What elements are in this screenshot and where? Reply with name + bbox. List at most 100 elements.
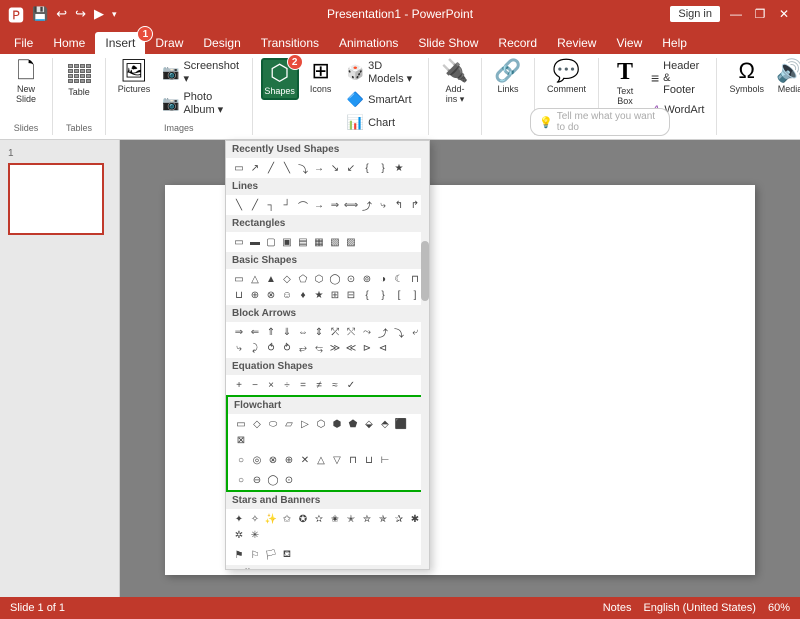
photo-album-icon: 📷 <box>162 95 179 112</box>
line-darrow[interactable]: ⟺ <box>344 198 358 212</box>
line-corner1[interactable]: ┐ <box>264 198 278 212</box>
rectangles-header: Rectangles <box>226 215 429 232</box>
banners-shapes: ⚑⚐ 🏳⛾ <box>226 545 429 565</box>
rect8[interactable]: ▨ <box>344 235 358 249</box>
shapes-scroll-thumb[interactable] <box>421 241 429 301</box>
ribbon-group-illustrations: ⬡ Shapes 2 ⊞ Icons 🎲 3D Models ▾ 🔷 Smart… <box>253 58 429 135</box>
tab-record[interactable]: Record <box>488 32 547 54</box>
media-button[interactable]: 🔊 Media <box>772 58 800 96</box>
rect3[interactable]: ▢ <box>264 235 278 249</box>
tab-slideshow[interactable]: Slide Show <box>408 32 488 54</box>
status-bar: Slide 1 of 1 Notes English (United State… <box>0 597 800 619</box>
shape-line2[interactable]: ╲ <box>280 161 294 175</box>
line-curve2[interactable]: ⤷ <box>376 198 390 212</box>
line-bend2[interactable]: ↱ <box>408 198 422 212</box>
title-bar-left: 🅿 💾 ↩ ↪ ▶ ▾ <box>8 2 119 26</box>
screenshot-icon: 📷 <box>162 64 179 81</box>
tab-view[interactable]: View <box>606 32 652 54</box>
addins-icon: 🔌 <box>441 60 468 82</box>
header-footer-button[interactable]: ≡ Header & Footer <box>647 58 708 98</box>
shape-rect[interactable]: ▭ <box>232 161 246 175</box>
table-button[interactable]: Table <box>61 58 97 99</box>
tab-insert[interactable]: Insert 1 <box>95 32 145 54</box>
recently-used-shapes: ▭ ↗ ╱ ╲ ⤵ → ↘ ↙ { } ★ <box>226 158 429 178</box>
basic-shapes: ▭△ ▲◇ ⬠⬡ ◯⊙ ⊚◑ ☾⊓ ⊔⊕ ⊗☺ ♦★ ⊞⊟ {} [] <box>226 269 429 305</box>
shape-arrow2[interactable]: → <box>312 161 326 175</box>
minimize-button[interactable]: — <box>728 6 744 22</box>
sign-in-button[interactable]: Sign in <box>670 6 720 22</box>
redo-quick-btn[interactable]: ↪ <box>73 6 88 22</box>
line-diag[interactable]: ╱ <box>248 198 262 212</box>
shape-arrow3[interactable]: ↘ <box>328 161 342 175</box>
present-quick-btn[interactable]: ▶ <box>92 6 106 22</box>
tab-transitions[interactable]: Transitions <box>251 32 329 54</box>
icons-label: Icons <box>310 84 332 94</box>
line-straight[interactable]: ╲ <box>232 198 246 212</box>
new-slide-button[interactable]: 🗋 NewSlide <box>8 58 44 106</box>
tab-review[interactable]: Review <box>547 32 606 54</box>
smartart-icon: 🔷 <box>347 91 364 108</box>
icons-button[interactable]: ⊞ Icons <box>303 58 339 96</box>
slide-panel: 1 <box>0 140 120 619</box>
shape-bracket[interactable]: { <box>360 161 374 175</box>
shape-arrow4[interactable]: ↙ <box>344 161 358 175</box>
shape-bracket2[interactable]: } <box>376 161 390 175</box>
line-curve[interactable]: ⤴ <box>360 198 374 212</box>
rect7[interactable]: ▧ <box>328 235 342 249</box>
tab-animations[interactable]: Animations <box>329 32 408 54</box>
shapes-button[interactable]: ⬡ Shapes 2 <box>261 58 299 100</box>
chart-button[interactable]: 📊 Chart <box>343 112 420 133</box>
shapes-dropdown: Recently Used Shapes ▭ ↗ ╱ ╲ ⤵ → ↘ ↙ { }… <box>225 140 430 570</box>
textbox-button[interactable]: T TextBox <box>607 58 643 108</box>
ribbon-group-links: 🔗 Links <box>482 58 535 135</box>
rect1[interactable]: ▭ <box>232 235 246 249</box>
recently-used-header: Recently Used Shapes <box>226 141 429 158</box>
customize-quick-btn[interactable]: ▾ <box>110 9 119 20</box>
notes-btn[interactable]: Notes <box>603 602 632 614</box>
tab-design[interactable]: Design <box>193 32 250 54</box>
line-arrow2[interactable]: ⇒ <box>328 198 342 212</box>
line-arc[interactable]: ⌒ <box>296 198 310 212</box>
save-quick-btn[interactable]: 💾 <box>30 6 50 22</box>
undo-quick-btn[interactable]: ↩ <box>54 6 69 22</box>
line-bend[interactable]: ↰ <box>392 198 406 212</box>
links-icon: 🔗 <box>494 60 521 82</box>
maximize-button[interactable]: ❐ <box>752 6 768 22</box>
header-footer-label: Header & Footer <box>663 60 704 96</box>
photo-album-button[interactable]: 📷 Photo Album ▾ <box>158 89 244 118</box>
tab-help[interactable]: Help <box>652 32 697 54</box>
tab-file[interactable]: File <box>4 32 43 54</box>
shape-star[interactable]: ★ <box>392 161 406 175</box>
line-corner2[interactable]: ┘ <box>280 198 294 212</box>
tab-home[interactable]: Home <box>43 32 95 54</box>
rect2[interactable]: ▬ <box>248 235 262 249</box>
comment-button[interactable]: 💬 Comment <box>543 58 590 96</box>
slide-thumbnail[interactable] <box>8 163 104 235</box>
shapes-scrollbar[interactable] <box>421 141 429 569</box>
close-button[interactable]: ✕ <box>776 6 792 22</box>
3d-models-button[interactable]: 🎲 3D Models ▾ <box>343 58 420 87</box>
links-button[interactable]: 🔗 Links <box>490 58 526 96</box>
flowchart-section: Flowchart ▭◇ ⬭▱ ▷⬡ ⬢⬟ ⬙⬘ ⬛⊠ ○◎ ⊗⊕ ✕△ ▽⊓ … <box>226 395 429 492</box>
rect4[interactable]: ▣ <box>280 235 294 249</box>
line-arrow1[interactable]: → <box>312 198 326 212</box>
rect5[interactable]: ▤ <box>296 235 310 249</box>
tell-me-bar[interactable]: 💡 Tell me what you want to do <box>530 108 670 136</box>
addins-button[interactable]: 🔌 Add-ins ▾ <box>437 58 473 107</box>
shape-arrow[interactable]: ↗ <box>248 161 262 175</box>
pictures-icon: 🖼 <box>120 60 148 82</box>
shape-curve1[interactable]: ⤵ <box>296 161 310 175</box>
equation-shapes: + − × ÷ = ≠ ≈ ✓ <box>226 375 429 395</box>
symbols-label: Symbols <box>729 84 764 94</box>
screenshot-button[interactable]: 📷 Screenshot ▾ <box>158 58 244 87</box>
symbols-button[interactable]: Ω Symbols <box>725 58 768 96</box>
lang-label: English (United States) <box>643 602 756 614</box>
smartart-button[interactable]: 🔷 SmartArt <box>343 89 420 110</box>
ribbon-group-slides: 🗋 NewSlide Slides <box>0 58 53 135</box>
images-group-label: Images <box>106 123 252 133</box>
3d-models-label: 3D Models ▾ <box>368 60 416 85</box>
pictures-button[interactable]: 🖼 Pictures <box>114 58 154 96</box>
shape-line1[interactable]: ╱ <box>264 161 278 175</box>
stars-shapes: ✦✧ ✨✩ ✪✫ ✬✭ ✮✯ ✰✱ ✲✳ <box>226 509 429 545</box>
rect6[interactable]: ▦ <box>312 235 326 249</box>
